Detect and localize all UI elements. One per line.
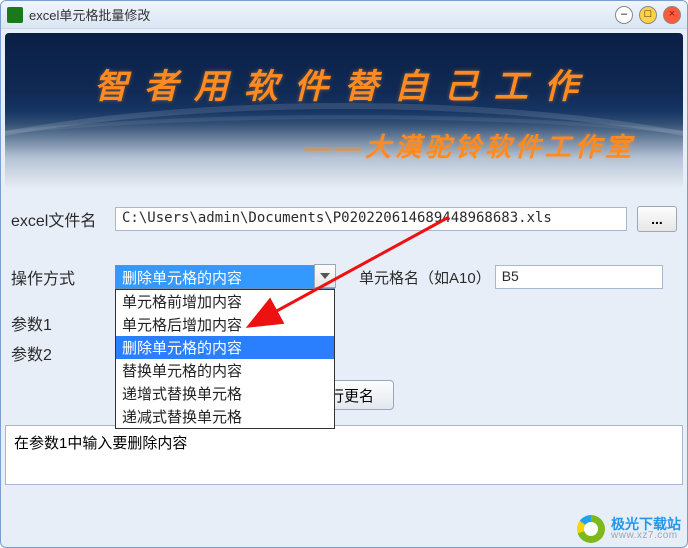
operation-row: 操作方式 删除单元格的内容 单元格前增加内容 单元格后增加内容 删除单元格的内容… <box>11 259 677 295</box>
window-title: excel单元格批量修改 <box>29 5 615 24</box>
operation-option[interactable]: 递增式替换单元格 <box>116 382 334 405</box>
banner-image: 智者用软件替自己工作 ——大漠驼铃软件工作室 <box>5 33 683 189</box>
operation-selected: 删除单元格的内容 <box>122 267 242 288</box>
watermark-name: 极光下载站 <box>611 517 681 531</box>
browse-button[interactable]: ... <box>637 206 677 232</box>
execute-row: 执行更名 <box>11 371 677 419</box>
title-bar: excel单元格批量修改 – □ × <box>1 1 687 29</box>
form-area: excel文件名 C:\Users\admin\Documents\P02022… <box>1 193 687 419</box>
status-box[interactable]: 在参数1中输入要删除内容 <box>5 425 683 485</box>
cell-name-label: 单元格名（如A10） <box>359 267 491 288</box>
watermark-text: 极光下载站 www.xz7.com <box>611 517 681 541</box>
banner-subheading: ——大漠驼铃软件工作室 <box>5 127 683 164</box>
operation-combobox[interactable]: 删除单元格的内容 <box>115 265 335 289</box>
operation-combo-wrap: 删除单元格的内容 单元格前增加内容 单元格后增加内容 删除单元格的内容 替换单元… <box>115 265 335 289</box>
file-path-input[interactable]: C:\Users\admin\Documents\P02022061468944… <box>115 207 627 231</box>
cell-name-input[interactable]: B5 <box>495 265 663 289</box>
app-icon <box>7 7 23 23</box>
watermark-url: www.xz7.com <box>611 531 681 541</box>
file-row: excel文件名 C:\Users\admin\Documents\P02022… <box>11 201 677 237</box>
close-button[interactable]: × <box>663 6 681 24</box>
chevron-down-icon[interactable] <box>314 264 336 288</box>
param2-label: 参数2 <box>11 341 115 365</box>
operation-option[interactable]: 替换单元格的内容 <box>116 359 334 382</box>
operation-option[interactable]: 单元格前增加内容 <box>116 290 334 313</box>
maximize-button[interactable]: □ <box>639 6 657 24</box>
operation-dropdown[interactable]: 单元格前增加内容 单元格后增加内容 删除单元格的内容 替换单元格的内容 递增式替… <box>115 289 335 429</box>
param2-row: 参数2 <box>11 335 677 371</box>
operation-option[interactable]: 递减式替换单元格 <box>116 405 334 428</box>
operation-option[interactable]: 单元格后增加内容 <box>116 313 334 336</box>
file-label: excel文件名 <box>11 207 115 231</box>
operation-option-selected[interactable]: 删除单元格的内容 <box>116 336 334 359</box>
banner-heading: 智者用软件替自己工作 <box>5 59 683 108</box>
param1-label: 参数1 <box>11 311 115 335</box>
app-window: excel单元格批量修改 – □ × 智者用软件替自己工作 ——大漠驼铃软件工作… <box>0 0 688 548</box>
minimize-button[interactable]: – <box>615 6 633 24</box>
watermark: 极光下载站 www.xz7.com <box>577 515 681 543</box>
operation-label: 操作方式 <box>11 265 115 289</box>
window-controls: – □ × <box>615 6 681 24</box>
watermark-logo-icon <box>577 515 605 543</box>
